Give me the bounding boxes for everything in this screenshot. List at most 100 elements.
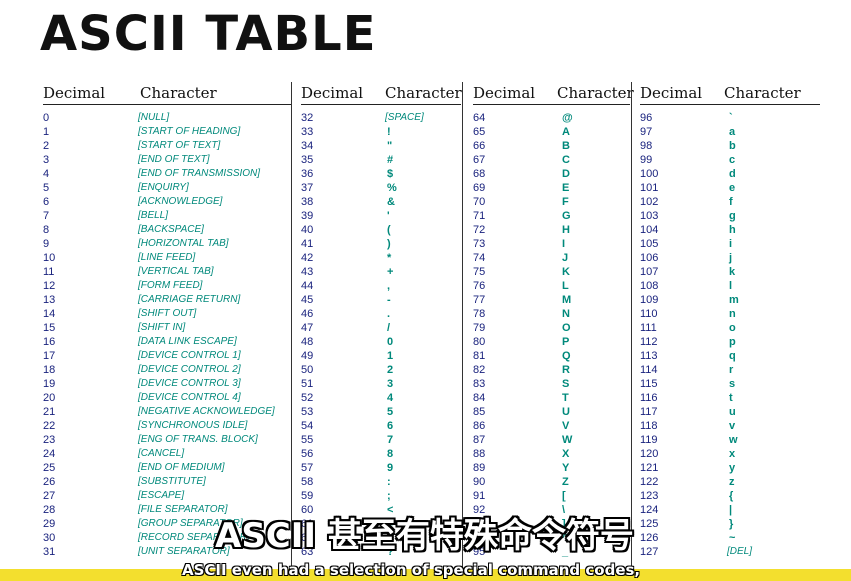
decimal-value: 83	[473, 378, 486, 390]
character-value: 6	[387, 420, 394, 432]
decimal-value: 100	[640, 168, 659, 180]
character-value: [NEGATIVE ACKNOWLEDGE]	[138, 406, 275, 417]
character-value: J	[562, 252, 569, 264]
character-value: 2	[387, 364, 394, 376]
character-value: [BACKSPACE]	[138, 224, 204, 235]
character-value: $	[387, 168, 394, 180]
decimal-value: 45	[301, 294, 314, 306]
decimal-value: 123	[640, 490, 659, 502]
character-value: q	[729, 350, 736, 362]
character-value: +	[387, 266, 394, 278]
character-value: [ACKNOWLEDGE]	[138, 196, 223, 207]
character-value: m	[729, 294, 739, 306]
character-value: [SHIFT OUT]	[138, 308, 197, 319]
decimal-value: 31	[43, 546, 56, 558]
character-value: [END OF TEXT]	[138, 154, 210, 165]
page-title: ASCII TABLE	[40, 6, 377, 62]
decimal-value: 124	[640, 504, 659, 516]
character-value: h	[729, 224, 736, 236]
decimal-value: 59	[301, 490, 314, 502]
character-value: B	[562, 140, 570, 152]
decimal-value: 65	[473, 126, 486, 138]
character-value: [START OF HEADING]	[138, 126, 241, 137]
character-value: -	[387, 294, 391, 306]
character-value: [DEVICE CONTROL 3]	[138, 378, 241, 389]
character-value: &	[387, 196, 395, 208]
decimal-value: 109	[640, 294, 659, 306]
decimal-value: 122	[640, 476, 659, 488]
character-value: c	[729, 154, 736, 166]
decimal-value: 44	[301, 280, 314, 292]
character-value: [SHIFT IN]	[138, 322, 186, 333]
decimal-value: 4	[43, 168, 50, 180]
character-value: #	[387, 154, 394, 166]
decimal-value: 49	[301, 350, 314, 362]
character-value: A	[562, 126, 570, 138]
character-value: i	[729, 238, 733, 250]
character-value: |	[729, 504, 733, 516]
decimal-value: 117	[640, 406, 658, 418]
header-decimal: Decimal	[43, 84, 106, 102]
decimal-value: 110	[640, 308, 658, 320]
character-value: [CARRIAGE RETURN]	[138, 294, 241, 305]
character-value: [CANCEL]	[138, 448, 185, 459]
character-value: D	[562, 168, 570, 180]
character-value: 0	[387, 336, 394, 348]
decimal-value: 25	[43, 462, 56, 474]
character-value: d	[729, 168, 736, 180]
decimal-value: 77	[473, 294, 486, 306]
ascii-table-sheet: ASCII TABLE Decimal Character 0 [NULL] 1 [S…	[0, 0, 851, 569]
character-value: .	[387, 308, 391, 320]
character-value: p	[729, 336, 736, 348]
decimal-value: 79	[473, 322, 486, 334]
character-value: F	[562, 196, 569, 208]
decimal-value: 121	[640, 462, 659, 474]
character-value: [	[562, 490, 566, 502]
decimal-value: 125	[640, 518, 659, 530]
character-value: ,	[387, 280, 391, 292]
character-value: b	[729, 140, 736, 152]
decimal-value: 64	[473, 112, 486, 124]
decimal-value: 85	[473, 406, 486, 418]
decimal-value: 26	[43, 476, 56, 488]
decimal-value: 41	[301, 238, 314, 250]
character-value: C	[562, 154, 570, 166]
decimal-value: 97	[640, 126, 653, 138]
character-value: [SYNCHRONOUS IDLE]	[138, 420, 248, 431]
decimal-value: 7	[43, 210, 50, 222]
header-character: Character	[724, 84, 801, 102]
subtitle-english: ASCII even had a selection of special co…	[182, 561, 641, 579]
character-value: [END OF MEDIUM]	[138, 462, 225, 473]
character-value: Q	[562, 350, 571, 362]
decimal-value: 48	[301, 336, 314, 348]
character-value: :	[387, 476, 391, 488]
character-value: a	[729, 126, 736, 138]
decimal-value: 107	[640, 266, 659, 278]
character-value: *	[387, 252, 392, 264]
character-value: [SUBSTITUTE]	[138, 476, 206, 487]
decimal-value: 102	[640, 196, 659, 208]
decimal-value: 21	[43, 406, 56, 418]
decimal-value: 82	[473, 364, 486, 376]
decimal-value: 108	[640, 280, 659, 292]
decimal-value: 71	[473, 210, 486, 222]
decimal-value: 13	[43, 294, 56, 306]
decimal-value: 88	[473, 448, 486, 460]
decimal-value: 53	[301, 406, 314, 418]
character-value: L	[562, 280, 569, 292]
decimal-value: 40	[301, 224, 314, 236]
character-value: ~	[729, 532, 736, 544]
column-divider	[291, 82, 292, 569]
character-value: H	[562, 224, 570, 236]
character-value: `	[729, 112, 733, 124]
decimal-value: 28	[43, 504, 56, 516]
decimal-value: 89	[473, 462, 486, 474]
character-value: 4	[387, 392, 394, 404]
column-divider	[631, 82, 632, 569]
character-value: }	[729, 518, 734, 530]
decimal-value: 36	[301, 168, 314, 180]
character-value: ;	[387, 490, 391, 502]
character-value: I	[562, 238, 566, 250]
header-rule	[473, 104, 630, 105]
decimal-value: 87	[473, 434, 486, 446]
